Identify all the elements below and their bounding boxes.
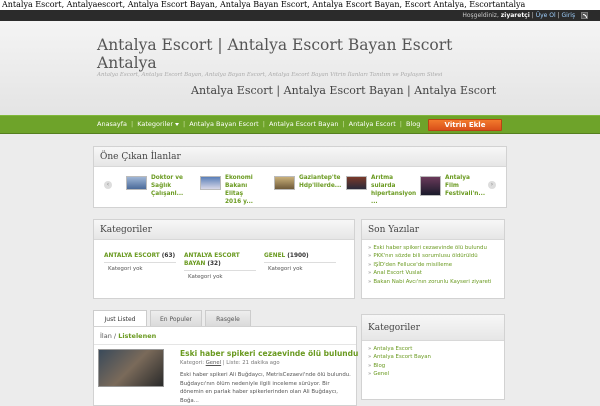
nav-item-antalya-escort[interactable]: Antalya Escort xyxy=(349,120,396,128)
nav-separator: | xyxy=(131,120,134,128)
nav-separator: | xyxy=(183,120,186,128)
categories-panel: Kategoriler ANTALYA ESCORT (63) Kategori… xyxy=(93,219,355,299)
listing-panel: İlan / Listelenen Eski haber spikeri cez… xyxy=(93,326,358,406)
site-subtitle: Antalya Escort | Antalya Escort Bayan | … xyxy=(191,84,497,97)
category-note: Kategori yok xyxy=(108,266,143,272)
rss-icon[interactable] xyxy=(581,12,588,19)
meta-label: Kategori: xyxy=(180,360,204,366)
meta-time: | Liste: 21 dakika ago xyxy=(222,360,280,366)
divider xyxy=(264,262,336,263)
tab-just-listed[interactable]: Just Listed xyxy=(93,310,147,327)
recent-post-link[interactable]: Bakan Nabi Avcı'nın zorunlu Kayseri ziya… xyxy=(368,278,504,286)
category-column: ANTALYA ESCORT (63) Kategori yok xyxy=(104,252,176,272)
sidebar-category-link[interactable]: Blog xyxy=(368,362,504,370)
site-tagline: Antalya Escort, Antalya Escort Bayan, An… xyxy=(97,72,443,78)
featured-item-title: Doktor ve Sağlık Çalışanl... xyxy=(151,175,184,197)
prev-arrow-icon[interactable]: ‹ xyxy=(104,181,112,189)
featured-item[interactable]: Antalya Film Festivali'n... xyxy=(420,172,486,206)
sidebar-categories-panel: Kategoriler Antalya Escort Antalya Escor… xyxy=(361,314,505,400)
divider xyxy=(104,262,176,263)
category-link[interactable]: GENEL xyxy=(264,253,285,259)
featured-item[interactable]: Ekonomi Bakanı Elitaş 2016 y... xyxy=(200,172,260,206)
post-category-link[interactable]: Genel xyxy=(206,360,221,366)
category-column: ANTALYA ESCORT BAYAN (32) Kategori yok xyxy=(184,252,256,280)
recent-posts-panel: Son Yazılar Eski haber spikeri cezaevind… xyxy=(361,219,505,299)
category-note: Kategori yok xyxy=(268,266,303,272)
featured-item[interactable]: Arıtma sularda hipertansiyon ... xyxy=(346,172,417,206)
greeting-text: Hoşgeldiniz, xyxy=(462,12,499,19)
username: ziyaretçi xyxy=(500,12,530,19)
listing-tabs: Just Listed En Populer Rasgele xyxy=(93,310,357,327)
featured-thumbnail xyxy=(346,176,367,190)
caret-down-icon xyxy=(175,122,179,126)
post-meta: Kategori: Genel | Liste: 21 dakika ago xyxy=(180,360,280,366)
recent-post-link[interactable]: Eski haber spikeri cezaevinde ölü bulund… xyxy=(368,244,504,252)
nav-item-antalya-bayan-escort[interactable]: Antalya Bayan Escort xyxy=(189,120,259,128)
separator: | xyxy=(557,12,560,19)
featured-item-title: Antalya Film Festivali'n... xyxy=(445,175,486,197)
post-thumbnail[interactable] xyxy=(98,349,164,387)
featured-thumbnail xyxy=(274,176,295,190)
featured-thumbnail xyxy=(420,176,441,196)
login-link[interactable]: Giriş xyxy=(562,12,576,19)
tab-en-populer[interactable]: En Populer xyxy=(150,310,202,327)
recent-post-link[interactable]: PKK'nın sözde bili sorumlusu öldürüldü xyxy=(368,252,504,260)
sidebar-category-link[interactable]: Genel xyxy=(368,370,504,378)
featured-listings: Öne Çıkan İlanlar ‹ › Doktor ve Sağlık Ç… xyxy=(93,146,507,208)
featured-item[interactable]: Gaziantep'te Hdp'lilerde... xyxy=(274,172,342,206)
sidebar-category-link[interactable]: Antalya Escort xyxy=(368,345,504,353)
tab-rasgele[interactable]: Rasgele xyxy=(205,310,251,327)
category-note: Kategori yok xyxy=(188,274,223,280)
featured-item-title: Arıtma sularda hipertansiyon ... xyxy=(371,175,417,205)
nav-separator: | xyxy=(342,120,345,128)
recent-post-link[interactable]: Anal Escort Vuslat xyxy=(368,269,504,277)
seo-keywords-line: Antalya Escort, Antalyaescort, Antalya E… xyxy=(0,0,600,10)
top-bar: Hoşgeldiniz, ziyaretçi | Üye Ol | Giriş xyxy=(0,10,600,21)
vitrin-ekle-button[interactable]: Vitrin Ekle xyxy=(428,119,502,131)
featured-thumbnail xyxy=(126,176,147,190)
next-arrow-icon[interactable]: › xyxy=(488,181,496,189)
breadcrumb-separator: / xyxy=(113,332,117,340)
categories-title: Kategoriler xyxy=(94,220,354,240)
nav-item-kategoriler[interactable]: Kategoriler xyxy=(137,120,179,128)
category-link[interactable]: ANTALYA ESCORT xyxy=(104,253,160,259)
nav-item-blog[interactable]: Blog xyxy=(406,120,420,128)
nav-separator: | xyxy=(262,120,265,128)
breadcrumb-ilan[interactable]: İlan xyxy=(100,332,112,340)
featured-title: Öne Çıkan İlanlar xyxy=(94,147,506,167)
featured-item-title: Ekonomi Bakanı Elitaş 2016 y... xyxy=(225,175,254,205)
sidebar-categories-title: Kategoriler xyxy=(362,315,504,341)
sidebar-category-link[interactable]: Antalya Escort Bayan xyxy=(368,353,504,361)
nav-item-anasayfa[interactable]: Anasayfa xyxy=(97,120,127,128)
nav-item-antalya-escort-bayan[interactable]: Antalya Escort Bayan xyxy=(269,120,339,128)
breadcrumb: İlan / Listelenen xyxy=(94,327,356,345)
recent-posts-title: Son Yazılar xyxy=(362,220,504,240)
featured-thumbnail xyxy=(200,176,221,190)
site-header: Antalya Escort | Antalya Escort Bayan Es… xyxy=(0,21,600,115)
divider xyxy=(184,270,256,271)
nav-label: Kategoriler xyxy=(137,120,173,128)
recent-post-link[interactable]: IŞİD'den Felluce'de misilleme xyxy=(368,261,504,269)
category-count: (32) xyxy=(207,261,221,267)
featured-item[interactable]: Doktor ve Sağlık Çalışanl... xyxy=(126,172,186,206)
post-title[interactable]: Eski haber spikeri cezaevinde ölü bulund… xyxy=(180,349,358,358)
main-nav: Anasayfa | Kategoriler | Antalya Bayan Escor… xyxy=(0,115,600,134)
nav-separator: | xyxy=(399,120,402,128)
site-title[interactable]: Antalya Escort | Antalya Escort Bayan Es… xyxy=(97,36,507,72)
featured-item-title: Gaziantep'te Hdp'lilerde... xyxy=(299,175,342,189)
register-link[interactable]: Üye Ol xyxy=(536,12,556,19)
breadcrumb-current: Listelenen xyxy=(118,332,157,340)
sidebar-categories-list: Antalya Escort Antalya Escort Bayan Blog… xyxy=(362,341,504,379)
category-column: GENEL (1900) Kategori yok xyxy=(264,252,336,272)
user-links: Hoşgeldiniz, ziyaretçi | Üye Ol | Giriş xyxy=(462,10,588,21)
category-count: (63) xyxy=(161,253,176,259)
category-count: (1900) xyxy=(287,253,309,259)
recent-posts-list: Eski haber spikeri cezaevinde ölü bulund… xyxy=(362,240,504,286)
separator: | xyxy=(531,12,534,19)
